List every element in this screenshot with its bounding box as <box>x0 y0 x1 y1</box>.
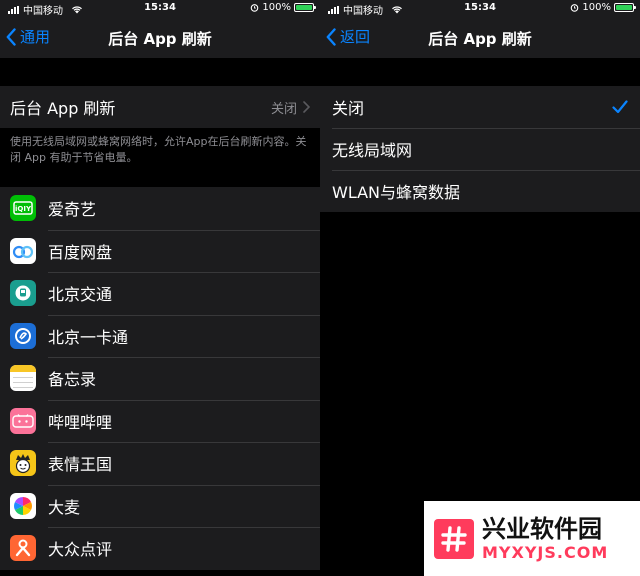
background-refresh-label: 后台 App 刷新 <box>10 99 116 118</box>
app-row-damai[interactable]: 大麦 <box>0 484 320 528</box>
watermark: 兴业软件园 MYXYJS.COM <box>424 501 640 576</box>
app-row-beijing-card[interactable]: 北京一卡通 <box>0 314 320 358</box>
status-bar: 中国移动 15:34 100% <box>0 0 320 17</box>
background-refresh-cell[interactable]: 后台 App 刷新 关闭 <box>0 86 320 128</box>
nav-bar: 通用 后台 App 刷新 <box>0 16 320 58</box>
option-label: 关闭 <box>332 99 365 118</box>
left-screen: 中国移动 15:34 100% 通用 后台 App 刷新 后台 App 刷新 关… <box>0 0 320 576</box>
app-row-notes[interactable]: 备忘录 <box>0 357 320 400</box>
refresh-option-list: 关闭 无线局域网 WLAN与蜂窝数据 <box>320 86 640 212</box>
beijing-transport-icon <box>10 280 36 307</box>
app-name: 北京交通 <box>48 285 113 305</box>
app-row-dianping[interactable]: 大众点评 <box>0 527 320 570</box>
app-name: 哔哩哔哩 <box>48 412 113 432</box>
emoji-kingdom-icon <box>10 450 36 477</box>
app-row-iqiyi[interactable]: iQIY 爱奇艺 <box>0 187 320 230</box>
watermark-cn: 兴业软件园 <box>482 514 602 543</box>
background-refresh-value: 关闭 <box>270 101 297 117</box>
svg-text:iQIY: iQIY <box>15 205 32 213</box>
app-row-emoji-kingdom[interactable]: 表情王国 <box>0 442 320 485</box>
nav-bar: 返回 后台 App 刷新 <box>320 16 640 58</box>
battery-icon <box>294 3 316 12</box>
watermark-text: 兴业软件园 MYXYJS.COM <box>482 515 608 563</box>
iqiyi-icon: iQIY <box>10 195 36 222</box>
status-bar: 中国移动 15:34 100% <box>320 0 640 17</box>
refresh-footnote: 使用无线局域网或蜂窝网络时，允许App在后台刷新内容。关闭 App 有助于节省电… <box>0 128 320 186</box>
app-name: 北京一卡通 <box>48 327 129 347</box>
page-title: 后台 App 刷新 <box>428 30 532 48</box>
app-name: 大众点评 <box>48 540 113 560</box>
alarm-icon <box>571 4 579 12</box>
option-wlan-cellular[interactable]: WLAN与蜂窝数据 <box>320 170 640 212</box>
option-label: 无线局域网 <box>332 141 413 160</box>
page-title: 后台 App 刷新 <box>108 30 212 48</box>
app-name: 表情王国 <box>48 455 113 475</box>
watermark-en: MYXYJS.COM <box>482 542 609 562</box>
battery-icon <box>614 3 636 12</box>
right-screen: 中国移动 15:34 100% 返回 后台 App 刷新 关闭 无线局域网 WL… <box>320 0 640 576</box>
checkmark-icon <box>612 100 628 114</box>
chevron-right-icon <box>303 101 310 113</box>
battery-percent: 100% <box>262 2 291 13</box>
app-name: 百度网盘 <box>48 242 113 262</box>
beijing-card-icon <box>10 322 36 349</box>
app-row-beijing-transport[interactable]: 北京交通 <box>0 272 320 315</box>
hash-logo-icon <box>434 518 474 559</box>
notes-icon <box>10 365 36 392</box>
status-right: 100% <box>570 2 636 13</box>
option-off[interactable]: 关闭 <box>320 86 640 128</box>
app-name: 备忘录 <box>48 370 97 390</box>
app-row-bilibili[interactable]: 哔哩哔哩 <box>0 399 320 443</box>
damai-icon <box>10 492 36 519</box>
status-right: 100% <box>250 2 316 13</box>
app-name: 大麦 <box>48 497 81 517</box>
app-name: 爱奇艺 <box>48 200 97 220</box>
baidu-netdisk-icon <box>10 237 36 264</box>
bilibili-icon <box>10 407 36 434</box>
option-wlan[interactable]: 无线局域网 <box>320 128 640 170</box>
option-label: WLAN与蜂窝数据 <box>332 183 461 202</box>
app-row-baidu-netdisk[interactable]: 百度网盘 <box>0 229 320 273</box>
dianping-icon <box>10 535 36 562</box>
battery-percent: 100% <box>582 2 611 13</box>
alarm-icon <box>251 4 259 12</box>
app-list: iQIY 爱奇艺 百度网盘 北京交通 北京一卡通 备忘录 哔哩哔哩 表情王国 大… <box>0 187 320 570</box>
